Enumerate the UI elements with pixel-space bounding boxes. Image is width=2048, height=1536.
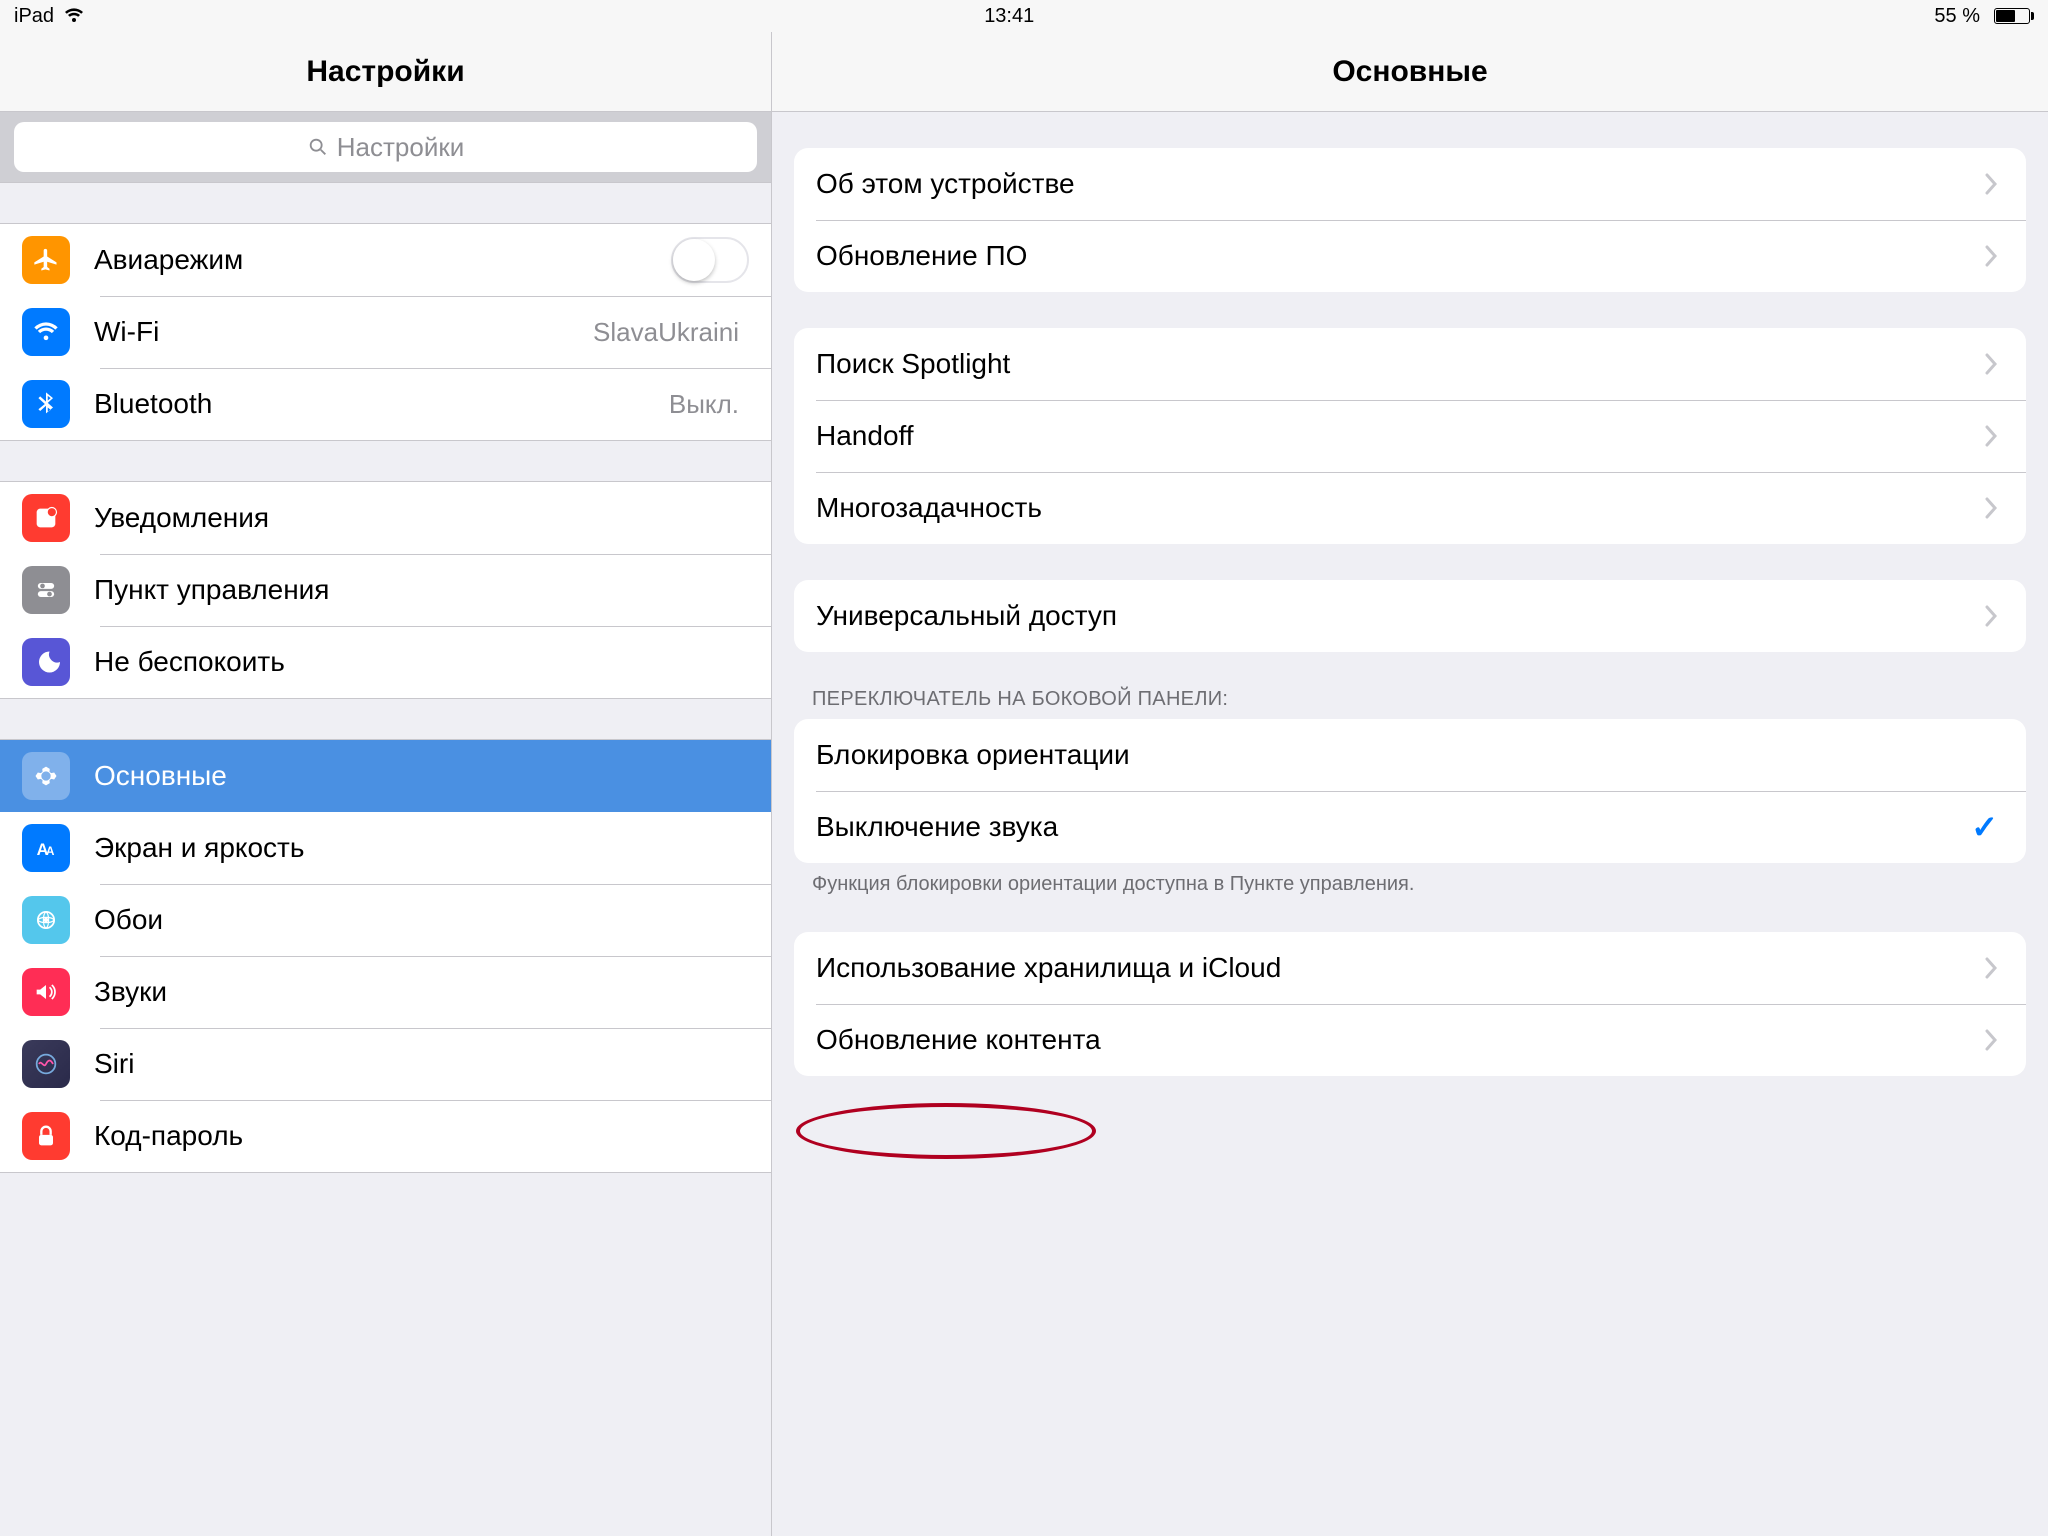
sidebar-item-general[interactable]: Основные <box>0 740 771 812</box>
sidebar-item-label: Авиарежим <box>94 244 671 276</box>
sidebar-group: Авиарежим Wi-Fi SlavaUkraini Bluetooth В… <box>0 223 771 441</box>
wifi-icon <box>22 308 70 356</box>
display-icon: AA <box>22 824 70 872</box>
sidebar-item-value: SlavaUkraini <box>593 317 739 348</box>
sidebar-item-label: Bluetooth <box>94 388 669 420</box>
bluetooth-icon <box>22 380 70 428</box>
section-footer: Функция блокировки ориентации доступна в… <box>812 873 2026 896</box>
detail-title: Основные <box>1332 55 1487 89</box>
sidebar-item-label: Siri <box>94 1048 749 1080</box>
battery-icon <box>1990 8 2034 24</box>
detail-row-label: Обновление контента <box>816 1024 1984 1056</box>
detail-row-spotlight[interactable]: Поиск Spotlight <box>794 328 2026 400</box>
sidebar-item-dnd[interactable]: Не беспокоить <box>0 626 771 698</box>
chevron-right-icon <box>1984 1028 1998 1052</box>
sidebar-item-display[interactable]: AA Экран и яркость <box>0 812 771 884</box>
sidebar-header: Настройки <box>0 32 771 112</box>
section-header: ПЕРЕКЛЮЧАТЕЛЬ НА БОКОВОЙ ПАНЕЛИ: <box>812 688 2026 711</box>
control-center-icon <box>22 566 70 614</box>
wallpaper-icon <box>22 896 70 944</box>
siri-icon <box>22 1040 70 1088</box>
search-wrap: Настройки <box>0 112 771 183</box>
chevron-right-icon <box>1984 956 1998 980</box>
sidebar-item-control-center[interactable]: Пункт управления <box>0 554 771 626</box>
status-bar: iPad 13:41 55 % <box>0 0 2048 32</box>
detail-row-storage[interactable]: Использование хранилища и iCloud <box>794 932 2026 1004</box>
airplane-toggle[interactable] <box>671 237 749 283</box>
notifications-icon <box>22 494 70 542</box>
sidebar-item-sounds[interactable]: Звуки <box>0 956 771 1028</box>
detail-row-label: Поиск Spotlight <box>816 348 1984 380</box>
sidebar-item-label: Звуки <box>94 976 749 1008</box>
detail-row-about[interactable]: Об этом устройстве <box>794 148 2026 220</box>
sidebar-item-airplane[interactable]: Авиарежим <box>0 224 771 296</box>
device-label: iPad <box>14 5 54 28</box>
detail-row-label: Универсальный доступ <box>816 600 1984 632</box>
chevron-right-icon <box>1984 604 1998 628</box>
settings-sidebar: Настройки Настройки Авиарежим <box>0 32 772 1536</box>
detail-section: Универсальный доступ <box>794 580 2026 652</box>
detail-header: Основные <box>772 32 2048 112</box>
battery-percent: 55 % <box>1934 5 1980 28</box>
checkmark-icon: ✓ <box>1971 808 1998 846</box>
wifi-icon <box>64 8 84 24</box>
sidebar-item-wifi[interactable]: Wi-Fi SlavaUkraini <box>0 296 771 368</box>
detail-row-label: Обновление ПО <box>816 240 1984 272</box>
airplane-icon <box>22 236 70 284</box>
sidebar-item-label: Уведомления <box>94 502 749 534</box>
detail-row-label: Блокировка ориентации <box>816 739 1998 771</box>
clock: 13:41 <box>984 5 1034 28</box>
chevron-right-icon <box>1984 496 1998 520</box>
detail-section: Использование хранилища и iCloud Обновле… <box>794 932 2026 1076</box>
search-icon <box>307 136 329 158</box>
sidebar-item-passcode[interactable]: Код-пароль <box>0 1100 771 1172</box>
lock-icon <box>22 1112 70 1160</box>
sidebar-item-wallpaper[interactable]: Обои <box>0 884 771 956</box>
sidebar-group: Основные AA Экран и яркость Обои Звуки <box>0 739 771 1173</box>
search-placeholder: Настройки <box>337 132 465 163</box>
sidebar-item-value: Выкл. <box>669 389 739 420</box>
sidebar-item-label: Wi-Fi <box>94 316 593 348</box>
sidebar-item-label: Не беспокоить <box>94 646 749 678</box>
sidebar-group: Уведомления Пункт управления Не беспокои… <box>0 481 771 699</box>
sidebar-item-label: Код-пароль <box>94 1120 749 1152</box>
detail-row-handoff[interactable]: Handoff <box>794 400 2026 472</box>
chevron-right-icon <box>1984 424 1998 448</box>
gear-icon <box>22 752 70 800</box>
detail-section: Блокировка ориентации Выключение звука ✓ <box>794 719 2026 863</box>
detail-row-label: Handoff <box>816 420 1984 452</box>
detail-row-label: Выключение звука <box>816 811 1971 843</box>
sidebar-title: Настройки <box>306 55 464 89</box>
detail-pane: Основные Об этом устройстве Обновление П… <box>772 32 2048 1536</box>
detail-row-software-update[interactable]: Обновление ПО <box>794 220 2026 292</box>
sidebar-item-label: Экран и яркость <box>94 832 749 864</box>
chevron-right-icon <box>1984 352 1998 376</box>
detail-section: Поиск Spotlight Handoff Многозадачность <box>794 328 2026 544</box>
detail-row-mute[interactable]: Выключение звука ✓ <box>794 791 2026 863</box>
detail-row-background-refresh[interactable]: Обновление контента <box>794 1004 2026 1076</box>
sidebar-item-notifications[interactable]: Уведомления <box>0 482 771 554</box>
sidebar-item-bluetooth[interactable]: Bluetooth Выкл. <box>0 368 771 440</box>
detail-row-label: Использование хранилища и iCloud <box>816 952 1984 984</box>
chevron-right-icon <box>1984 244 1998 268</box>
sidebar-item-siri[interactable]: Siri <box>0 1028 771 1100</box>
detail-row-lock-rotation[interactable]: Блокировка ориентации <box>794 719 2026 791</box>
detail-row-accessibility[interactable]: Универсальный доступ <box>794 580 2026 652</box>
sidebar-item-label: Пункт управления <box>94 574 749 606</box>
dnd-icon <box>22 638 70 686</box>
sidebar-item-label: Основные <box>94 760 749 792</box>
svg-text:A: A <box>46 845 55 858</box>
detail-section: Об этом устройстве Обновление ПО <box>794 148 2026 292</box>
chevron-right-icon <box>1984 172 1998 196</box>
search-input[interactable]: Настройки <box>14 122 757 172</box>
detail-row-label: Об этом устройстве <box>816 168 1984 200</box>
sidebar-item-label: Обои <box>94 904 749 936</box>
detail-row-label: Многозадачность <box>816 492 1984 524</box>
sound-icon <box>22 968 70 1016</box>
detail-row-multitasking[interactable]: Многозадачность <box>794 472 2026 544</box>
